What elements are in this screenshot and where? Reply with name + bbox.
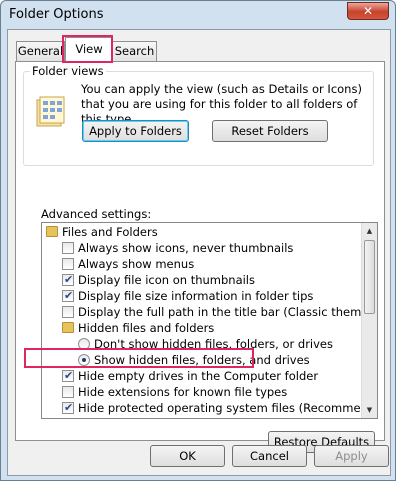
folder-views-title: Folder views <box>30 64 106 78</box>
folder-icon <box>62 322 74 333</box>
scroll-down-icon[interactable]: ▼ <box>362 402 377 418</box>
hide-extensions-checkbox[interactable] <box>62 386 74 398</box>
display-full-path-checkbox[interactable] <box>62 306 74 318</box>
display-file-icon-checkbox[interactable] <box>62 272 74 288</box>
list-scrollbar[interactable]: ▲ ▼ <box>361 223 377 418</box>
apply-to-folders-button[interactable]: Apply to Folders <box>82 120 189 142</box>
reset-folders-button[interactable]: Reset Folders <box>212 120 328 142</box>
ok-button[interactable]: OK <box>150 445 225 467</box>
window-title: Folder Options <box>9 7 104 22</box>
scroll-up-icon[interactable]: ▲ <box>362 223 377 239</box>
folder-options-window: Folder Options ✕ General View Search Fol… <box>0 0 396 481</box>
view-tab-highlight <box>62 35 113 63</box>
always-show-menus-checkbox[interactable] <box>62 258 74 270</box>
cancel-button[interactable]: Cancel <box>232 445 307 467</box>
close-button[interactable]: ✕ <box>347 2 389 20</box>
display-file-size-checkbox[interactable] <box>62 288 74 304</box>
tab-general[interactable]: General <box>16 41 65 61</box>
scroll-thumb[interactable] <box>364 240 375 314</box>
hide-protected-files-checkbox[interactable] <box>62 400 74 416</box>
tab-search[interactable]: Search <box>112 41 157 61</box>
always-show-icons-checkbox[interactable] <box>62 242 74 254</box>
hide-empty-drives-checkbox[interactable] <box>62 368 74 384</box>
apply-button[interactable]: Apply <box>314 445 389 467</box>
folder-view-icon <box>36 96 65 127</box>
view-tab-page: Folder views You can apply the view (suc… <box>15 61 385 453</box>
advanced-settings-list[interactable]: Files and Folders Always show icons, nev… <box>41 222 378 419</box>
folder-icon <box>46 226 58 237</box>
title-bar[interactable]: Folder Options ✕ <box>1 1 395 29</box>
advanced-settings-label: Advanced settings: <box>41 207 152 221</box>
hide-extensions-highlight <box>24 348 254 368</box>
folder-views-group: Folder views You can apply the view (suc… <box>23 64 374 166</box>
dialog-body: General View Search Folder views You can… <box>7 29 391 476</box>
